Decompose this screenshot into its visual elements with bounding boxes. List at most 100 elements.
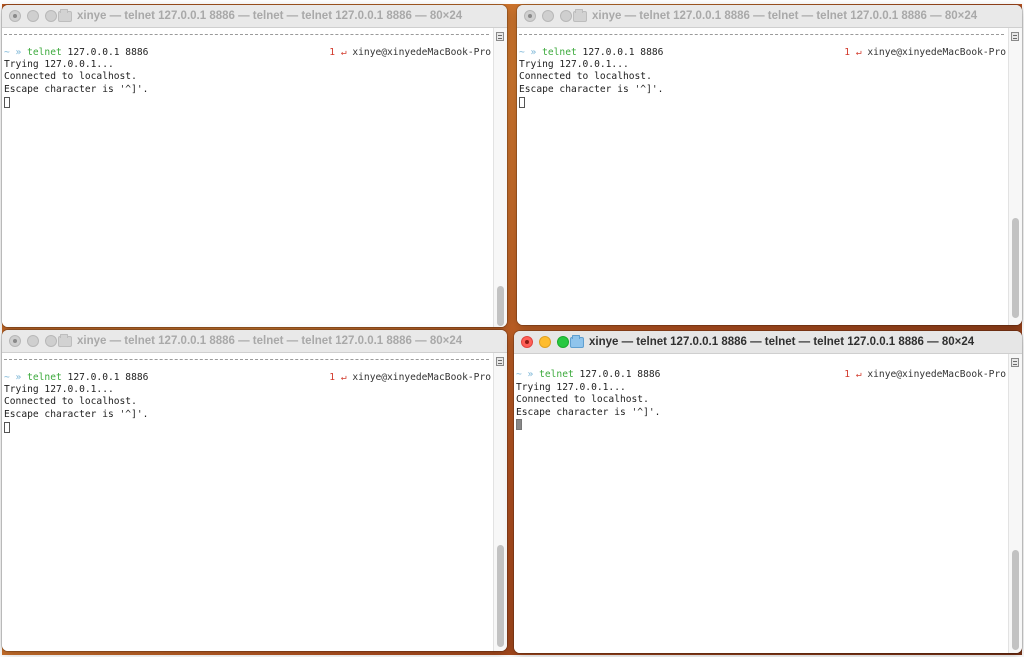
folder-icon xyxy=(570,334,584,348)
prompt-separator xyxy=(4,359,489,360)
output-line: Trying 127.0.0.1... xyxy=(519,59,629,70)
output-line: Trying 127.0.0.1... xyxy=(4,384,114,395)
scroll-thumb[interactable] xyxy=(497,545,504,647)
terminal-window-bottom-right[interactable]: xinye — telnet 127.0.0.1 8886 — telnet —… xyxy=(514,331,1022,653)
scroll-thumb[interactable] xyxy=(1012,218,1019,318)
return-icon: ↵ xyxy=(340,372,347,383)
user-host: xinye@xinyedeMacBook-Pro xyxy=(352,372,491,383)
scrollbar[interactable] xyxy=(493,353,507,651)
folder-icon xyxy=(573,8,587,22)
prompt-line: ~ » telnet 127.0.0.1 8886 1 ↵ xinye@xiny… xyxy=(4,47,491,59)
prompt-command: telnet xyxy=(539,369,574,380)
close-button[interactable] xyxy=(521,336,533,348)
text-cursor xyxy=(4,422,10,433)
prompt-command: telnet xyxy=(27,372,62,383)
prompt-args: 127.0.0.1 8886 xyxy=(67,372,149,383)
title-bar[interactable]: xinye — telnet 127.0.0.1 8886 — telnet —… xyxy=(517,5,1022,28)
scroll-menu-icon[interactable] xyxy=(496,32,504,41)
right-prompt: 1 ↵ xinye@xinyedeMacBook-Pro xyxy=(844,47,1006,59)
return-icon: ↵ xyxy=(340,47,347,58)
terminal-window-bottom-left[interactable]: xinye — telnet 127.0.0.1 8886 — telnet —… xyxy=(2,330,507,651)
prompt-line: ~ » telnet 127.0.0.1 8886 1 ↵ xinye@xiny… xyxy=(4,372,491,384)
window-title-text: xinye — telnet 127.0.0.1 8886 — telnet —… xyxy=(589,336,975,348)
user-host: xinye@xinyedeMacBook-Pro xyxy=(867,47,1006,58)
scroll-menu-icon[interactable] xyxy=(1011,32,1019,41)
output-line: Connected to localhost. xyxy=(519,71,652,82)
title-bar[interactable]: xinye — telnet 127.0.0.1 8886 — telnet —… xyxy=(2,5,507,28)
close-button[interactable] xyxy=(9,335,21,347)
prompt-arrow: ~ » xyxy=(516,369,534,380)
close-button[interactable] xyxy=(9,10,21,22)
scroll-thumb[interactable] xyxy=(1012,550,1019,650)
prompt-command: telnet xyxy=(542,47,577,58)
text-cursor xyxy=(519,97,525,108)
zoom-button[interactable] xyxy=(45,10,57,22)
return-code: 1 xyxy=(329,372,336,383)
prompt-command: telnet xyxy=(27,47,62,58)
user-host: xinye@xinyedeMacBook-Pro xyxy=(867,369,1006,380)
title-bar[interactable]: xinye — telnet 127.0.0.1 8886 — telnet —… xyxy=(514,331,1022,354)
scroll-menu-icon[interactable] xyxy=(1011,358,1019,367)
output-line: Trying 127.0.0.1... xyxy=(516,382,626,393)
prompt-arrow: ~ » xyxy=(4,47,22,58)
terminal-window-top-left[interactable]: xinye — telnet 127.0.0.1 8886 — telnet —… xyxy=(2,5,507,327)
prompt-separator xyxy=(519,34,1004,35)
minimize-button[interactable] xyxy=(27,335,39,347)
right-prompt: 1 ↵ xinye@xinyedeMacBook-Pro xyxy=(329,47,491,59)
output-line: Escape character is '^]'. xyxy=(516,407,661,418)
output-line: Escape character is '^]'. xyxy=(519,84,664,95)
window-title: xinye — telnet 127.0.0.1 8886 — telnet —… xyxy=(570,334,1012,349)
screen-border-top xyxy=(0,0,1024,4)
prompt-args: 127.0.0.1 8886 xyxy=(67,47,149,58)
window-title-text: xinye — telnet 127.0.0.1 8886 — telnet —… xyxy=(592,10,978,22)
title-bar[interactable]: xinye — telnet 127.0.0.1 8886 — telnet —… xyxy=(2,330,507,353)
window-title: xinye — telnet 127.0.0.1 8886 — telnet —… xyxy=(58,333,497,348)
window-title: xinye — telnet 127.0.0.1 8886 — telnet —… xyxy=(58,8,497,23)
folder-icon xyxy=(58,333,72,347)
zoom-button[interactable] xyxy=(557,336,569,348)
output-line: Escape character is '^]'. xyxy=(4,84,149,95)
scrollbar[interactable] xyxy=(493,28,507,327)
traffic-lights xyxy=(521,336,569,348)
return-icon: ↵ xyxy=(855,369,862,380)
terminal-content[interactable]: ~ » telnet 127.0.0.1 8886 1 ↵ xinye@xiny… xyxy=(2,353,493,651)
text-cursor xyxy=(516,419,522,430)
right-prompt: 1 ↵ xinye@xinyedeMacBook-Pro xyxy=(329,372,491,384)
zoom-button[interactable] xyxy=(560,10,572,22)
folder-icon xyxy=(58,8,72,22)
prompt-arrow: ~ » xyxy=(519,47,537,58)
traffic-lights xyxy=(9,335,57,347)
minimize-button[interactable] xyxy=(27,10,39,22)
text-cursor xyxy=(4,97,10,108)
minimize-button[interactable] xyxy=(539,336,551,348)
prompt-line: ~ » telnet 127.0.0.1 8886 1 ↵ xinye@xiny… xyxy=(516,369,1006,381)
scroll-thumb[interactable] xyxy=(497,286,504,326)
prompt-args: 127.0.0.1 8886 xyxy=(579,369,661,380)
terminal-window-top-right[interactable]: xinye — telnet 127.0.0.1 8886 — telnet —… xyxy=(517,5,1022,325)
prompt-arrow: ~ » xyxy=(4,372,22,383)
traffic-lights xyxy=(524,10,572,22)
window-title-text: xinye — telnet 127.0.0.1 8886 — telnet —… xyxy=(77,335,463,347)
minimize-button[interactable] xyxy=(542,10,554,22)
zoom-button[interactable] xyxy=(45,335,57,347)
prompt-line: ~ » telnet 127.0.0.1 8886 1 ↵ xinye@xiny… xyxy=(519,47,1006,59)
terminal-content[interactable]: ~ » telnet 127.0.0.1 8886 1 ↵ xinye@xiny… xyxy=(2,28,493,327)
close-button[interactable] xyxy=(524,10,536,22)
scrollbar[interactable] xyxy=(1008,28,1022,325)
output-line: Trying 127.0.0.1... xyxy=(4,59,114,70)
traffic-lights xyxy=(9,10,57,22)
terminal-content[interactable]: ~ » telnet 127.0.0.1 8886 1 ↵ xinye@xiny… xyxy=(514,354,1008,653)
output-line: Connected to localhost. xyxy=(516,394,649,405)
scrollbar[interactable] xyxy=(1008,354,1022,653)
window-title: xinye — telnet 127.0.0.1 8886 — telnet —… xyxy=(573,8,1012,23)
scroll-menu-icon[interactable] xyxy=(496,357,504,366)
return-icon: ↵ xyxy=(855,47,862,58)
output-line: Escape character is '^]'. xyxy=(4,409,149,420)
output-line: Connected to localhost. xyxy=(4,396,137,407)
return-code: 1 xyxy=(329,47,336,58)
terminal-content[interactable]: ~ » telnet 127.0.0.1 8886 1 ↵ xinye@xiny… xyxy=(517,28,1008,325)
return-code: 1 xyxy=(844,47,851,58)
prompt-args: 127.0.0.1 8886 xyxy=(582,47,664,58)
return-code: 1 xyxy=(844,369,851,380)
output-line: Connected to localhost. xyxy=(4,71,137,82)
